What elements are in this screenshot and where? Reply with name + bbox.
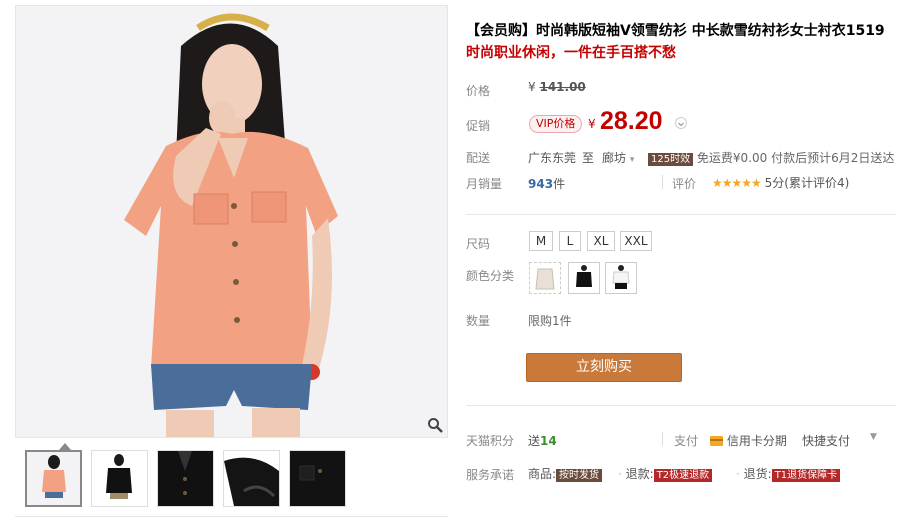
section-divider [466, 405, 896, 406]
chevron-down-icon: ▾ [629, 155, 635, 165]
rating-stars: ★★★★★ [712, 176, 762, 190]
thumbnail-image [224, 451, 279, 506]
color-swatch-image [569, 263, 599, 293]
product-title: 【会员购】时尚韩版短袖V领雪纺衫 中长款雪纺衬衫女士衬衣1519 [466, 23, 885, 39]
destination-text: 廊坊 [602, 151, 627, 165]
size-option-xl[interactable]: XL [587, 231, 615, 251]
size-label: 尺码 [466, 237, 491, 251]
divider [662, 175, 663, 189]
delivery-origin: 广东东莞 [528, 151, 577, 165]
model-photo [16, 6, 447, 437]
original-price-value: 141.00 [539, 80, 586, 94]
color-swatch-image [530, 263, 560, 293]
thumbnail-2[interactable] [91, 450, 148, 507]
installment-text: 信用卡分期 [726, 434, 787, 448]
service-label: 服务承诺 [466, 468, 515, 482]
product-subtitle: 时尚职业休闲，一件在手百搭不愁 [466, 45, 676, 61]
vip-price-badge: VIP价格 [529, 115, 583, 133]
thumbnail-image [290, 451, 345, 506]
rating-text: 5分(累计评价4) [764, 176, 850, 190]
price-label: 价格 [466, 84, 491, 98]
zoom-icon[interactable] [427, 417, 443, 433]
main-product-image[interactable] [15, 5, 448, 438]
goods-tag[interactable]: 按时发货 [556, 469, 603, 482]
thumbnail-image [92, 451, 147, 506]
original-price: ¥ 141.00 [528, 80, 586, 94]
divider [662, 432, 663, 446]
promo-expand-button[interactable] [675, 117, 687, 129]
color-option-2[interactable] [568, 262, 600, 294]
buy-now-button[interactable]: 立刻购买 [526, 353, 682, 382]
size-option-m[interactable]: M [529, 231, 553, 251]
monthly-sales: 943件 [528, 175, 565, 192]
monthly-sales-label: 月销量 [466, 177, 503, 191]
thumbnail-4[interactable] [223, 450, 280, 507]
points-value: 14 [540, 434, 557, 448]
refund-tag[interactable]: T2极速退款 [653, 469, 713, 482]
credit-card-icon [710, 436, 723, 446]
size-option-xxl[interactable]: XXL [620, 231, 652, 251]
thumbnail-image [27, 452, 80, 505]
sales-count: 943 [528, 177, 554, 191]
thumbnail-5[interactable] [289, 450, 346, 507]
quick-pay-link[interactable]: 快捷支付 [802, 432, 850, 449]
chevron-down-icon [678, 122, 684, 127]
service-refund: · 退款: T2极速退款 [618, 465, 713, 482]
quantity-limit: 限购1件 [528, 314, 572, 328]
delivery-info: 125时效 免运费¥0.00 付款后预计6月2日送达 [648, 149, 894, 166]
color-option-1[interactable] [529, 262, 561, 294]
credit-installment-link[interactable]: 信用卡分期 [710, 432, 787, 449]
current-price: 28.20 [600, 107, 663, 135]
color-swatch-image [606, 263, 636, 293]
return-tag[interactable]: T1退货保障卡 [771, 469, 841, 482]
chevron-down-icon[interactable]: ▼ [870, 432, 877, 442]
thumbnail-image [158, 451, 213, 506]
color-option-3[interactable] [605, 262, 637, 294]
currency-symbol: ¥ [528, 80, 536, 94]
currency-symbol: ¥ [588, 117, 596, 131]
delivery-time-tag: 125时效 [648, 153, 694, 166]
delivery-to: 至 [582, 151, 595, 165]
promo-label: 促销 [466, 119, 491, 133]
service-return: · 退货: T1退货保障卡 [736, 465, 841, 482]
points-info: 送14 [528, 432, 557, 449]
size-option-l[interactable]: L [559, 231, 581, 251]
quantity-label: 数量 [466, 314, 491, 328]
section-divider [466, 214, 896, 215]
refund-label: 退款: [625, 467, 654, 481]
gallery-divider [15, 516, 448, 517]
delivery-label: 配送 [466, 151, 491, 165]
points-prefix: 送 [528, 434, 541, 448]
delivery-destination-select[interactable]: 廊坊 ▾ [602, 149, 634, 166]
thumbnail-3[interactable] [157, 450, 214, 507]
thumbnail-pointer [59, 443, 71, 450]
points-label: 天猫积分 [466, 434, 515, 448]
payment-label: 支付 [674, 434, 699, 448]
delivery-text: 免运费¥0.00 付款后预计6月2日送达 [696, 151, 895, 165]
color-label: 颜色分类 [466, 269, 515, 283]
return-label: 退货: [743, 467, 772, 481]
service-goods: 商品: 按时发货 [528, 465, 603, 482]
thumbnail-1[interactable] [25, 450, 82, 507]
rating-link[interactable]: ★★★★★ 5分(累计评价4) [712, 174, 849, 191]
sales-unit: 件 [553, 177, 566, 191]
thumbnail-strip [15, 443, 448, 516]
rating-label: 评价 [672, 177, 697, 191]
goods-label: 商品: [528, 467, 557, 481]
